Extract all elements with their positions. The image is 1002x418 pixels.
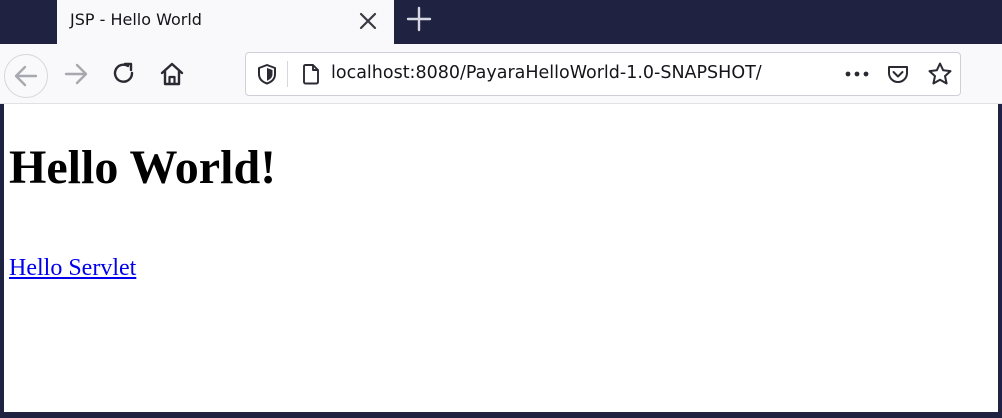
url-bar[interactable]: localhost:8080/PayaraHelloWorld-1.0-SNAP…	[245, 52, 961, 96]
page-title: Hello World!	[9, 141, 277, 194]
url-text[interactable]: localhost:8080/PayaraHelloWorld-1.0-SNAP…	[331, 63, 762, 83]
page-icon[interactable]	[299, 62, 323, 86]
tab-strip: JSP - Hello World	[0, 0, 1002, 44]
arrow-right-icon[interactable]	[58, 56, 94, 92]
navigation-toolbar: localhost:8080/PayaraHelloWorld-1.0-SNAP…	[0, 44, 1002, 104]
home-icon[interactable]	[154, 56, 190, 92]
shield-icon[interactable]	[256, 63, 278, 85]
star-icon[interactable]	[927, 61, 953, 87]
url-divider	[287, 61, 288, 87]
pocket-icon[interactable]	[886, 62, 910, 86]
reload-icon[interactable]	[106, 56, 142, 92]
close-icon[interactable]	[355, 8, 381, 34]
browser-window: JSP - Hello World localhost:8080/PayaraH…	[0, 0, 1002, 418]
hello-servlet-link[interactable]: Hello Servlet	[9, 254, 136, 282]
tab-title: JSP - Hello World	[70, 10, 202, 29]
page-content: Hello World! Hello Servlet	[4, 104, 998, 412]
more-icon[interactable]	[842, 63, 872, 85]
arrow-left-icon[interactable]	[4, 54, 48, 98]
plus-icon[interactable]	[405, 5, 433, 33]
tab-active[interactable]: JSP - Hello World	[57, 0, 394, 44]
